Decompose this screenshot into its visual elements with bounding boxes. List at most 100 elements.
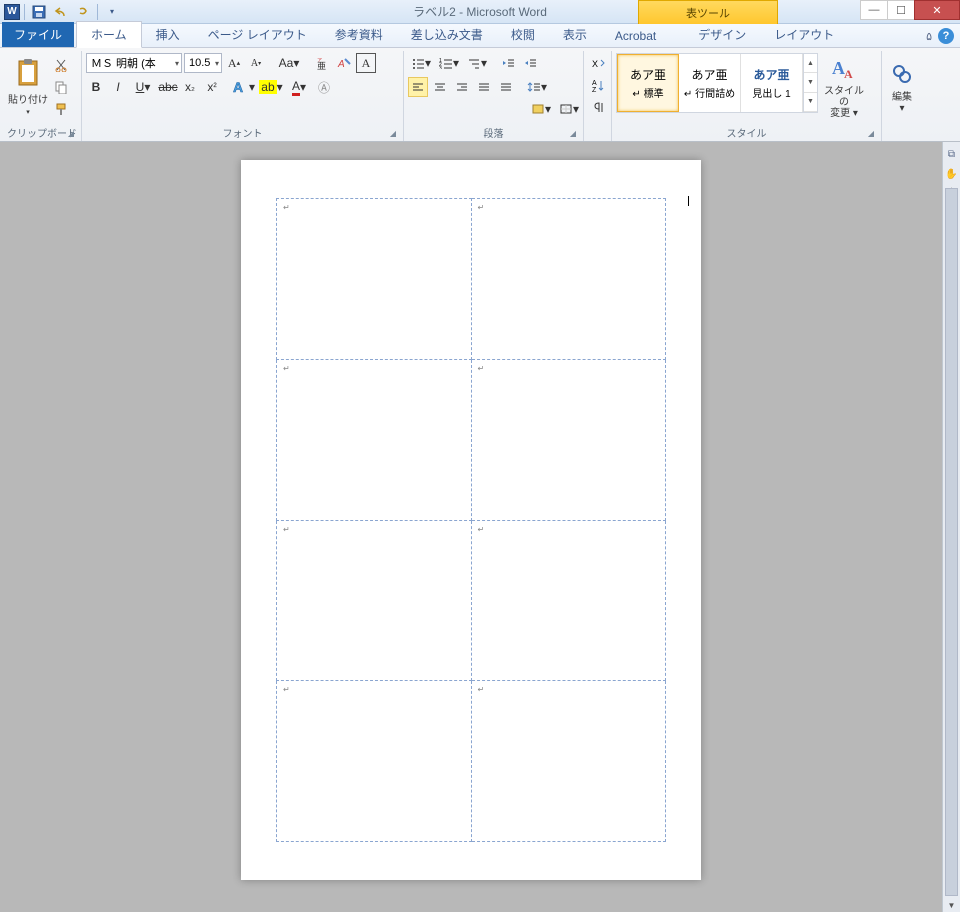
grow-font-button[interactable]: A▴ (224, 53, 244, 73)
label-cell[interactable]: ↵ (471, 199, 666, 360)
align-right-button[interactable] (452, 77, 472, 97)
superscript-button[interactable]: x² (202, 77, 222, 97)
styles-launcher[interactable]: ◢ (865, 129, 877, 141)
enclose-characters-button[interactable]: Ⓐ (314, 77, 334, 97)
group-styles: あア亜 ↵ 標準 あア亜 ↵ 行間詰め あア亜 見出し 1 ▲ ▼ ▼ (612, 51, 882, 141)
tab-review[interactable]: 校閲 (497, 22, 549, 47)
tab-table-design[interactable]: デザイン (684, 22, 760, 47)
style-preview: あア亜 (753, 66, 789, 83)
change-case-button[interactable]: Aa▾ (276, 53, 302, 73)
tab-references[interactable]: 参考資料 (321, 22, 397, 47)
decrease-indent-button[interactable] (498, 53, 518, 73)
text-direction-button[interactable]: X (588, 53, 608, 73)
svg-text:A: A (844, 67, 853, 81)
styles-expand[interactable]: ▼ (804, 93, 817, 112)
styles-scroll-up[interactable]: ▲ (804, 54, 817, 73)
font-name-combo[interactable]: ＭＳ 明朝 (本 (86, 53, 182, 73)
maximize-button[interactable]: ☐ (887, 0, 915, 20)
highlight-button[interactable]: ab▾ (258, 77, 284, 97)
ruler-toggle-icon[interactable]: ⧉ (944, 146, 960, 162)
align-justify-button[interactable] (474, 77, 494, 97)
tab-acrobat[interactable]: Acrobat (601, 25, 670, 47)
label-table[interactable]: ↵↵ ↵↵ ↵↵ ↵↵ (276, 198, 666, 842)
font-size-combo[interactable]: 10.5 (184, 53, 222, 73)
svg-text:Z: Z (592, 87, 597, 92)
italic-button[interactable]: I (108, 77, 128, 97)
label-cell[interactable]: ↵ (277, 359, 472, 520)
clipboard-launcher[interactable]: ◢ (65, 129, 77, 141)
help-icon[interactable]: ? (938, 28, 954, 44)
pan-icon[interactable]: ✋ (944, 166, 960, 182)
page[interactable]: ↵↵ ↵↵ ↵↵ ↵↵ (241, 160, 701, 880)
paste-label: 貼り付け (8, 91, 48, 106)
text-effects-button[interactable]: A▾ (230, 77, 256, 97)
paragraph-launcher[interactable]: ◢ (567, 129, 579, 141)
group-font: ＭＳ 明朝 (本 10.5 A▴ A▾ Aa▾ ア亜 A A B I U ▾ a… (82, 51, 404, 141)
redo-button[interactable] (73, 2, 93, 22)
save-button[interactable] (29, 2, 49, 22)
qat-customize-button[interactable]: ▾ (102, 2, 122, 22)
paste-button[interactable]: 貼り付け ▾ (7, 53, 49, 119)
styles-gallery[interactable]: あア亜 ↵ 標準 あア亜 ↵ 行間詰め あア亜 見出し 1 ▲ ▼ ▼ (616, 53, 818, 113)
word-app-icon[interactable]: W (4, 4, 20, 20)
editing-label: 編集 ▾ (892, 92, 912, 114)
format-painter-button[interactable] (51, 99, 71, 119)
change-styles-button[interactable]: AA スタイルの 変更 ▾ (820, 53, 868, 119)
change-styles-label: スタイルの 変更 ▾ (820, 86, 868, 119)
style-no-spacing[interactable]: あア亜 ↵ 行間詰め (679, 54, 741, 112)
sort-button[interactable]: AZ (588, 75, 608, 95)
bold-button[interactable]: B (86, 77, 106, 97)
close-button[interactable]: ✕ (914, 0, 960, 20)
clear-formatting-button[interactable]: A (334, 53, 354, 73)
copy-button[interactable] (51, 77, 71, 97)
show-marks-button[interactable] (588, 97, 608, 117)
editing-button[interactable]: 編集 ▾ (886, 53, 918, 119)
underline-button[interactable]: U ▾ (130, 77, 156, 97)
tab-view[interactable]: 表示 (549, 22, 601, 47)
minimize-button[interactable]: — (860, 0, 888, 20)
cut-button[interactable] (51, 55, 71, 75)
vertical-scrollbar-area: ⧉ ✋ ▲ ▼ (942, 142, 960, 912)
strikethrough-button[interactable]: abc (158, 77, 178, 97)
multilevel-list-button[interactable]: ▾ (464, 53, 490, 73)
font-launcher[interactable]: ◢ (387, 129, 399, 141)
style-normal[interactable]: あア亜 ↵ 標準 (617, 54, 679, 112)
shading-button[interactable]: ▾ (528, 99, 554, 119)
tab-mailings[interactable]: 差し込み文書 (397, 22, 497, 47)
scroll-down-button[interactable]: ▼ (943, 898, 960, 912)
label-cell[interactable]: ↵ (277, 199, 472, 360)
tab-insert[interactable]: 挿入 (142, 22, 194, 47)
borders-button[interactable]: ▾ (556, 99, 582, 119)
font-color-button[interactable]: A ▾ (286, 77, 312, 97)
label-cell[interactable]: ↵ (277, 681, 472, 842)
label-cell[interactable]: ↵ (471, 359, 666, 520)
undo-button[interactable] (51, 2, 71, 22)
styles-scroll-down[interactable]: ▼ (804, 73, 817, 92)
align-center-button[interactable] (430, 77, 450, 97)
bullets-button[interactable]: ▾ (408, 53, 434, 73)
phonetic-guide-button[interactable]: ア亜 (312, 53, 332, 73)
ribbon-tabs: ファイル ホーム 挿入 ページ レイアウト 参考資料 差し込み文書 校閲 表示 … (0, 24, 960, 48)
scroll-thumb[interactable] (945, 188, 958, 896)
shrink-font-button[interactable]: A▾ (246, 53, 266, 73)
svg-text:A: A (337, 59, 345, 70)
align-left-button[interactable] (408, 77, 428, 97)
subscript-button[interactable]: x₂ (180, 77, 200, 97)
tab-home[interactable]: ホーム (76, 21, 142, 48)
label-cell[interactable]: ↵ (277, 520, 472, 681)
increase-indent-button[interactable] (520, 53, 540, 73)
label-cell[interactable]: ↵ (471, 681, 666, 842)
character-border-button[interactable]: A (356, 53, 376, 73)
scroll-track[interactable] (945, 188, 958, 896)
minimize-ribbon-button[interactable]: ۵ (926, 30, 932, 43)
tab-table-layout[interactable]: レイアウト (760, 22, 848, 47)
numbering-button[interactable]: 123▾ (436, 53, 462, 73)
tab-file[interactable]: ファイル (2, 22, 74, 47)
style-preview: あア亜 (691, 66, 727, 83)
tab-page-layout[interactable]: ページ レイアウト (194, 22, 321, 47)
label-cell[interactable]: ↵ (471, 520, 666, 681)
style-heading1[interactable]: あア亜 見出し 1 (741, 54, 803, 112)
document-area[interactable]: ↵↵ ↵↵ ↵↵ ↵↵ (0, 142, 942, 912)
distributed-button[interactable] (496, 77, 516, 97)
line-spacing-button[interactable]: ▾ (524, 77, 550, 97)
